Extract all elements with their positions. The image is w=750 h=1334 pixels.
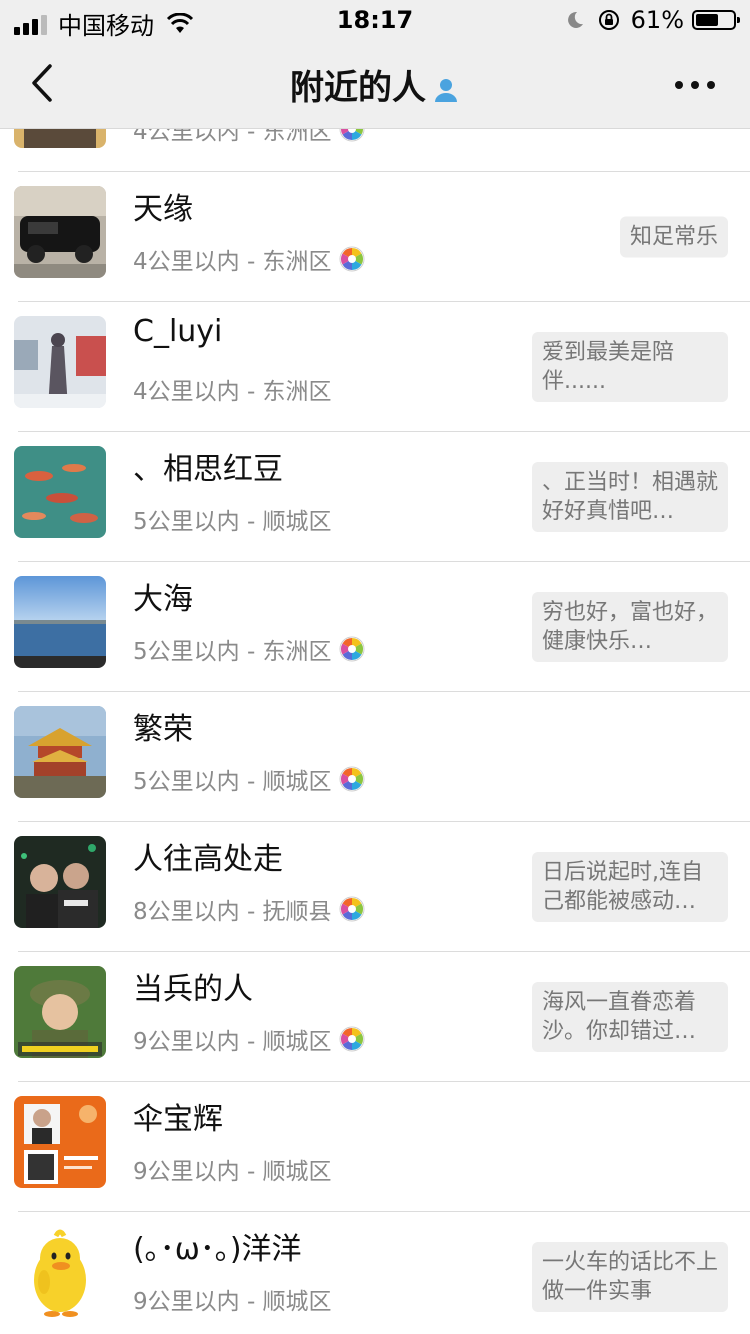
signature-bubble: 、正当时！相遇就好好真惜吧… — [532, 462, 728, 532]
person-meta: 4公里以内 - 东洲区 — [133, 242, 366, 276]
distance-label: 9公里以内 - 顺城区 — [133, 1289, 332, 1315]
distance-label: 4公里以内 - 东洲区 — [133, 249, 332, 275]
avatar[interactable] — [14, 836, 106, 928]
person-row[interactable]: 人往高处走 8公里以内 - 抚顺县 日后说起时,连自己都能被感动… — [0, 822, 750, 952]
person-name: 天缘 — [133, 192, 193, 227]
person-icon[interactable] — [432, 76, 460, 104]
avatar[interactable] — [14, 966, 106, 1058]
moments-icon — [339, 636, 365, 662]
more-icon[interactable] — [670, 70, 720, 100]
person-row[interactable]: 繁荣 5公里以内 - 顺城区 — [0, 692, 750, 822]
person-name: 人往高处走 — [133, 842, 283, 877]
moments-icon — [339, 766, 365, 792]
person-meta: 5公里以内 - 顺城区 — [133, 502, 332, 536]
page-title: 附近的人 — [290, 68, 426, 108]
person-meta: 9公里以内 - 顺城区 — [133, 1282, 332, 1316]
distance-label: 4公里以内 - 东洲区 — [133, 129, 332, 145]
avatar[interactable] — [14, 316, 106, 408]
battery-icon — [692, 10, 740, 30]
avatar[interactable] — [14, 186, 106, 278]
distance-label: 9公里以内 - 顺城区 — [133, 1159, 332, 1185]
rotation-lock-icon — [598, 10, 619, 30]
person-name: 、相思红豆 — [133, 452, 283, 487]
signature-bubble: 海风一直眷恋着沙。你却错过… — [532, 982, 728, 1052]
distance-label: 9公里以内 - 顺城区 — [133, 1029, 332, 1055]
signature-bubble: 知足常乐 — [619, 216, 728, 258]
distance-label: 5公里以内 - 顺城区 — [133, 509, 332, 535]
person-row[interactable]: 大海 5公里以内 - 东洲区 穷也好，富也好，健康快乐… — [0, 562, 750, 692]
person-row[interactable]: 天缘 4公里以内 - 东洲区 知足常乐 — [0, 172, 750, 302]
avatar[interactable] — [14, 1096, 106, 1188]
battery-percent: 61% — [630, 6, 684, 34]
moments-icon — [339, 896, 365, 922]
person-row[interactable]: 伞宝辉 9公里以内 - 顺城区 — [0, 1082, 750, 1212]
avatar[interactable] — [14, 1226, 106, 1318]
person-meta: 5公里以内 - 东洲区 — [133, 632, 366, 666]
person-row[interactable]: 、相思红豆 5公里以内 - 顺城区 、正当时！相遇就好好真惜吧… — [0, 432, 750, 562]
person-meta: 8公里以内 - 抚顺县 — [133, 892, 366, 926]
signature-bubble: 一火车的话比不上做一件实事 — [532, 1242, 728, 1312]
person-name: 大海 — [133, 582, 193, 617]
people-list: 4公里以内 - 东洲区 天缘 4公里以内 - 东洲区 知足常乐 C_luyi 4公里以内 … — [0, 129, 750, 1334]
person-row[interactable]: 4公里以内 - 东洲区 — [0, 129, 750, 172]
distance-label: 5公里以内 - 东洲区 — [133, 639, 332, 665]
person-meta: 5公里以内 - 顺城区 — [133, 762, 366, 796]
person-row[interactable]: (｡･ω･｡)洋洋 9公里以内 - 顺城区 一火车的话比不上做一件实事 — [0, 1212, 750, 1334]
distance-label: 5公里以内 - 顺城区 — [133, 769, 332, 795]
avatar[interactable] — [14, 706, 106, 798]
person-meta: 4公里以内 - 东洲区 — [133, 372, 332, 406]
navigation-bar: 附近的人 — [0, 40, 750, 129]
person-row[interactable]: 当兵的人 9公里以内 - 顺城区 海风一直眷恋着沙。你却错过… — [0, 952, 750, 1082]
person-name: 繁荣 — [133, 712, 193, 747]
status-bar: 中国移动 18:17 61% — [0, 0, 750, 40]
person-name: 伞宝辉 — [133, 1102, 223, 1137]
moments-icon — [339, 1026, 365, 1052]
person-meta: 9公里以内 - 顺城区 — [133, 1152, 332, 1186]
person-row[interactable]: C_luyi 4公里以内 - 东洲区 爱到最美是陪伴...... — [0, 302, 750, 432]
signature-bubble: 穷也好，富也好，健康快乐… — [532, 592, 728, 662]
avatar[interactable] — [14, 129, 106, 148]
signature-bubble: 爱到最美是陪伴...... — [532, 332, 728, 402]
person-name: C_luyi — [133, 314, 223, 349]
person-name: 当兵的人 — [133, 972, 253, 1007]
person-meta: 4公里以内 - 东洲区 — [133, 129, 366, 146]
moments-icon — [339, 129, 365, 142]
moments-icon — [339, 246, 365, 272]
distance-label: 8公里以内 - 抚顺县 — [133, 899, 332, 925]
person-meta: 9公里以内 - 顺城区 — [133, 1022, 366, 1056]
moon-icon — [567, 11, 583, 28]
avatar[interactable] — [14, 576, 106, 668]
distance-label: 4公里以内 - 东洲区 — [133, 379, 332, 405]
avatar[interactable] — [14, 446, 106, 538]
person-name: (｡･ω･｡)洋洋 — [133, 1232, 302, 1267]
signature-bubble: 日后说起时,连自己都能被感动… — [532, 852, 728, 922]
